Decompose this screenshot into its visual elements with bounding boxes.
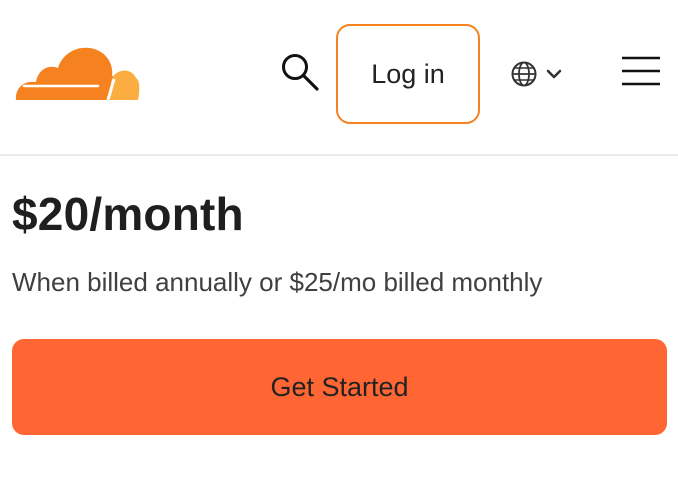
chevron-down-icon <box>546 69 562 79</box>
search-icon <box>282 54 319 91</box>
billing-note: When billed annually or $25/mo billed mo… <box>12 267 543 297</box>
login-button-label: Log in <box>371 58 445 89</box>
get-started-label: Get Started <box>270 371 409 402</box>
cloud-logo-icon <box>15 47 140 101</box>
plan-price: $20/month <box>12 188 244 240</box>
hamburger-menu-button[interactable] <box>618 52 664 92</box>
globe-icon <box>511 61 537 87</box>
get-started-button[interactable]: Get Started <box>12 339 667 435</box>
language-selector[interactable] <box>510 56 574 92</box>
hamburger-menu-icon <box>622 56 660 86</box>
login-button[interactable]: Log in <box>336 24 480 124</box>
search-button[interactable] <box>276 50 324 94</box>
page: Log in $20/month When billed annually or <box>0 0 678 486</box>
site-header: Log in <box>0 0 678 156</box>
cloud-logo[interactable] <box>14 40 140 102</box>
